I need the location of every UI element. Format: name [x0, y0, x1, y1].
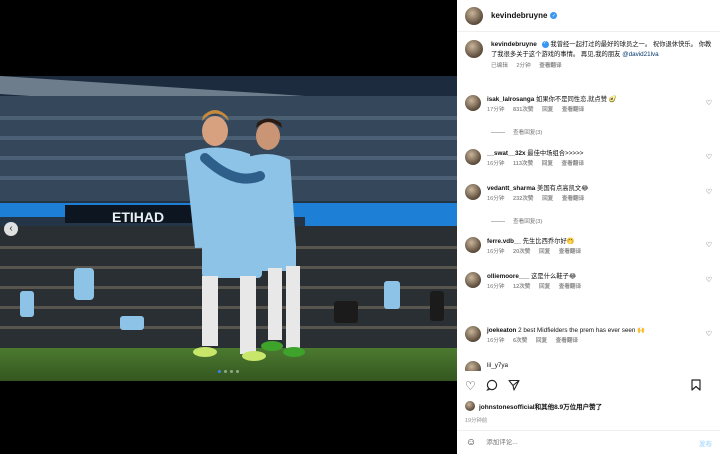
avatar[interactable]: [465, 95, 481, 111]
comment-item: lil_y7ya: [465, 361, 715, 371]
like-comment-heart-icon[interactable]: ♡: [706, 153, 712, 161]
post-photo: ETIHAD: [0, 76, 457, 381]
comment-username[interactable]: __swat__32x: [487, 150, 526, 157]
avatar[interactable]: [465, 149, 481, 165]
comment-likes[interactable]: 831次赞: [513, 107, 534, 113]
post-date: 19分钟前: [465, 418, 488, 424]
avatar[interactable]: [465, 184, 481, 200]
avatar[interactable]: [465, 6, 483, 25]
see-translation-link[interactable]: 查看翻译: [562, 196, 584, 202]
add-comment-bar: ☺ 发布: [457, 430, 720, 454]
share-icon[interactable]: [508, 379, 520, 393]
avatar[interactable]: [465, 237, 481, 253]
reply-button[interactable]: 回复: [542, 161, 553, 167]
author-username[interactable]: kevindebruyne: [491, 11, 547, 20]
reply-button[interactable]: 回复: [539, 249, 550, 255]
verified-icon: ✓: [541, 40, 549, 48]
comment-text: 最佳中场组合>>>>>: [527, 150, 584, 157]
comment-text: 2 best Midfielders the prem has ever see…: [518, 327, 645, 334]
caption-author[interactable]: kevindebruyne: [491, 41, 537, 48]
comment-likes[interactable]: 113次赞: [513, 161, 533, 167]
like-comment-heart-icon[interactable]: ♡: [706, 330, 712, 338]
comment-time: 16分钟: [487, 338, 505, 345]
emoji-icon[interactable]: ☺: [466, 437, 476, 448]
media-viewer: ETIHAD ‹: [0, 0, 457, 454]
avatar[interactable]: [465, 361, 481, 371]
like-comment-heart-icon[interactable]: ♡: [706, 241, 712, 249]
avatar[interactable]: [465, 40, 483, 58]
carousel-dot: [224, 370, 227, 373]
comment-time: 17分钟: [487, 107, 505, 114]
comment-username[interactable]: olliemoore___: [487, 273, 529, 280]
heart-icon[interactable]: ♡: [465, 380, 476, 392]
see-translation-link[interactable]: 查看翻译: [562, 161, 584, 167]
comment-likes[interactable]: 12次赞: [513, 284, 530, 290]
comment-time: 16分钟: [487, 249, 505, 256]
comment-username[interactable]: vedantt_sharma: [487, 185, 535, 192]
carousel-dot: [236, 370, 239, 373]
reply-button[interactable]: 回复: [542, 107, 553, 113]
view-replies[interactable]: 查看回复(3): [491, 128, 542, 136]
caption: kevindebruyne ✓ 我曾经一起打过的最好的球员之一。 祝你退休快乐。…: [457, 32, 720, 70]
comment-likes[interactable]: 6次赞: [513, 338, 527, 344]
caption-mention[interactable]: @david21lva: [622, 51, 659, 58]
see-translation-link[interactable]: 查看翻译: [562, 107, 584, 113]
bookmark-icon[interactable]: [691, 379, 701, 393]
carousel-dots: [218, 370, 239, 373]
comment-item: joekeaton 2 best Midfielders the prem ha…: [465, 326, 715, 345]
comment-time: 16分钟: [487, 196, 505, 203]
like-comment-heart-icon[interactable]: ♡: [706, 188, 712, 196]
carousel-dot: [218, 370, 221, 373]
caption-edited: 已编辑: [491, 62, 508, 69]
post-header: kevindebruyne ✓: [457, 0, 720, 32]
reply-button[interactable]: 回复: [539, 284, 550, 290]
like-comment-heart-icon[interactable]: ♡: [706, 99, 712, 107]
comment-item: olliemoore___ 这是什么鞋子😂 16分钟 12次赞 回复 查看翻译 …: [465, 272, 715, 291]
comment-username[interactable]: isak_lalrosanga: [487, 96, 534, 103]
comment-item: isak_lalrosanga 如果你不是同性恋,就点赞 🥑 17分钟 831次…: [465, 95, 715, 114]
view-replies[interactable]: 查看回复(3): [491, 217, 542, 225]
comment-item: __swat__32x 最佳中场组合>>>>> 16分钟 113次赞 回复 查看…: [465, 149, 715, 168]
post-comment-button[interactable]: 发布: [699, 438, 712, 448]
view-replies-label[interactable]: 查看回复(3): [513, 128, 542, 136]
see-translation-link[interactable]: 查看翻译: [559, 284, 581, 290]
comment-likes[interactable]: 232次赞: [513, 196, 534, 202]
post-actions: ♡: [465, 377, 715, 395]
comment-username[interactable]: joekeaton: [487, 327, 516, 334]
comment-username[interactable]: ferre.vdb__: [487, 238, 521, 245]
avatar[interactable]: [465, 401, 475, 411]
avatar[interactable]: [465, 272, 481, 288]
comment-icon[interactable]: [486, 379, 498, 393]
reply-button[interactable]: 回复: [536, 338, 547, 344]
comment-likes[interactable]: 20次赞: [513, 249, 530, 255]
comment-text: 美国有点高凯文😂: [537, 185, 589, 192]
verified-icon: ✓: [550, 12, 558, 19]
comment-text: 先生比西乔尔好🤭: [522, 238, 575, 245]
banner-text: ETIHAD: [112, 209, 164, 225]
comment-item: ferre.vdb__ 先生比西乔尔好🤭 16分钟 20次赞 回复 查看翻译 ♡: [465, 237, 715, 256]
comment-time: 16分钟: [487, 284, 505, 291]
comment-time: 16分钟: [487, 161, 505, 168]
see-translation-link[interactable]: 查看翻译: [556, 338, 578, 344]
like-comment-heart-icon[interactable]: ♡: [706, 276, 712, 284]
comment-text: 这是什么鞋子😂: [531, 273, 577, 280]
liked-by-text[interactable]: johnstonesofficial和其他8.9万位用户赞了: [479, 401, 602, 411]
comment-text: 如果你不是同性恋,就点赞 🥑: [536, 96, 617, 103]
liked-by: johnstonesofficial和其他8.9万位用户赞了: [465, 401, 602, 411]
comment-input[interactable]: [486, 439, 677, 446]
see-translation-link[interactable]: 查看翻译: [539, 63, 561, 69]
comment-username[interactable]: lil_y7ya: [487, 362, 508, 369]
post-side-panel: kevindebruyne ✓ kevindebruyne ✓ 我曾经一起打过的…: [457, 0, 720, 454]
view-replies-label[interactable]: 查看回复(3): [513, 217, 542, 225]
carousel-dot: [230, 370, 233, 373]
caption-age: 2分钟: [516, 62, 531, 69]
comments-list[interactable]: kevindebruyne ✓ 我曾经一起打过的最好的球员之一。 祝你退休快乐。…: [457, 32, 720, 371]
comment-item: vedantt_sharma 美国有点高凯文😂 16分钟 232次赞 回复 查看…: [465, 184, 715, 203]
reply-button[interactable]: 回复: [542, 196, 553, 202]
see-translation-link[interactable]: 查看翻译: [559, 249, 581, 255]
prev-arrow-icon[interactable]: ‹: [4, 222, 18, 236]
avatar[interactable]: [465, 326, 481, 342]
